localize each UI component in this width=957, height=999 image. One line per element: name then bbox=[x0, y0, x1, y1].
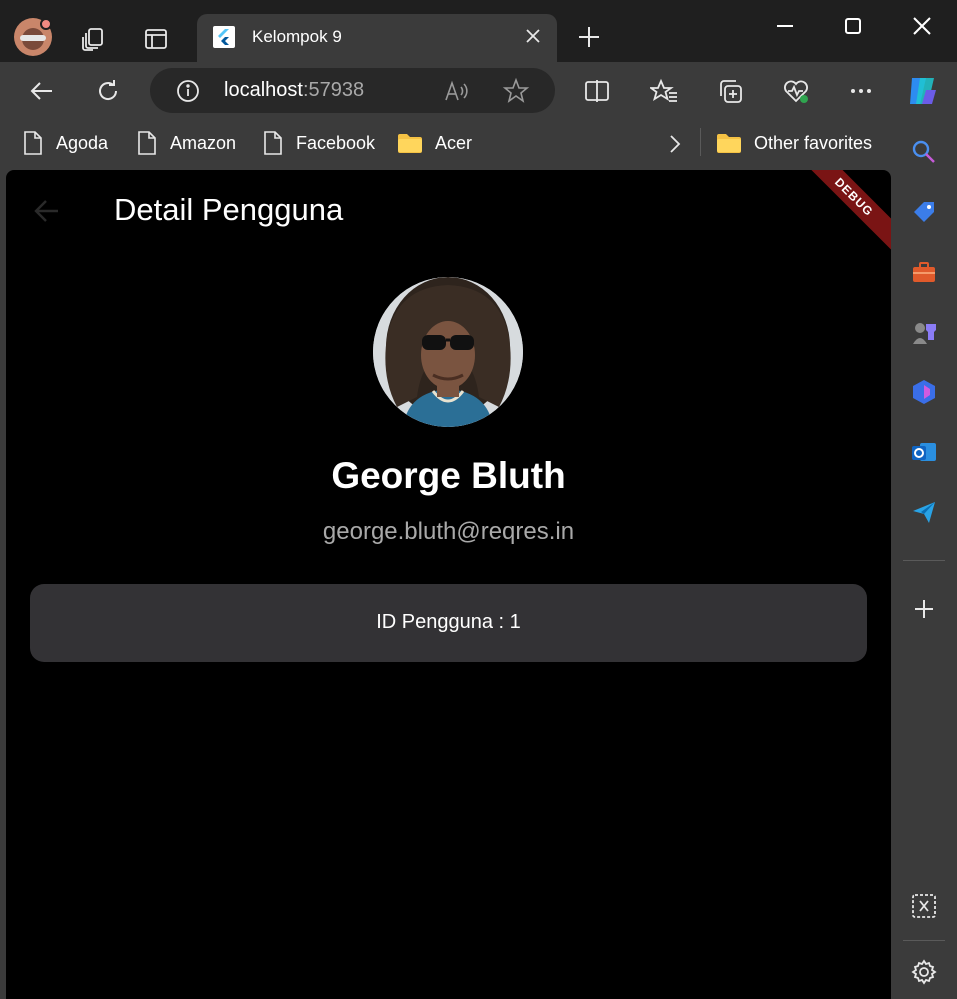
flutter-favicon-icon bbox=[213, 26, 235, 48]
folder-icon bbox=[398, 134, 422, 153]
favorites-divider bbox=[700, 128, 701, 156]
navigation-bar: localhost:57938 bbox=[0, 62, 957, 120]
collections-icon[interactable] bbox=[716, 77, 744, 105]
favorite-acer-folder[interactable]: Acer bbox=[397, 130, 472, 156]
page-icon bbox=[138, 131, 156, 155]
page-icon bbox=[264, 131, 282, 155]
close-window-icon[interactable] bbox=[908, 12, 936, 40]
minimize-icon[interactable] bbox=[771, 12, 799, 40]
favorites-bar: Agoda Amazon Facebook Acer Other favorit… bbox=[0, 120, 957, 166]
title-bar: Kelompok 9 bbox=[0, 0, 957, 62]
debug-banner: DEBUG bbox=[793, 170, 891, 258]
workspaces-icon[interactable] bbox=[80, 26, 106, 52]
add-icon[interactable] bbox=[910, 595, 938, 623]
user-email: george.bluth@reqres.in bbox=[322, 518, 575, 545]
site-info-icon[interactable] bbox=[175, 78, 201, 104]
browser-essentials-icon[interactable] bbox=[782, 77, 810, 105]
screenshot-icon[interactable] bbox=[910, 892, 938, 920]
close-tab-icon[interactable] bbox=[523, 26, 543, 46]
tag-icon[interactable] bbox=[910, 198, 938, 226]
send-icon[interactable] bbox=[910, 498, 938, 526]
maximize-icon[interactable] bbox=[839, 12, 867, 40]
user-photo bbox=[373, 277, 523, 427]
page-title: Detail Pengguna bbox=[114, 192, 344, 227]
folder-icon bbox=[717, 134, 741, 153]
settings-icon[interactable] bbox=[910, 958, 938, 986]
other-favorites-folder[interactable]: Other favorites bbox=[716, 130, 872, 156]
search-icon[interactable] bbox=[910, 138, 938, 166]
copilot-icon[interactable] bbox=[904, 72, 942, 110]
user-avatar bbox=[373, 277, 523, 427]
tab-title: Kelompok 9 bbox=[252, 27, 342, 46]
active-tab[interactable]: Kelompok 9 bbox=[197, 14, 557, 62]
sidebar-divider bbox=[903, 560, 945, 561]
refresh-icon[interactable] bbox=[94, 77, 122, 105]
browser-window: Kelompok 9 localhost:57938 Agoda Amazon … bbox=[0, 0, 957, 999]
favorite-star-icon[interactable] bbox=[502, 77, 530, 105]
outlook-icon[interactable] bbox=[910, 438, 938, 466]
sidebar-divider-bottom bbox=[903, 940, 945, 941]
app-back-icon[interactable] bbox=[32, 196, 62, 226]
chevron-right-icon[interactable] bbox=[664, 132, 686, 156]
page-icon bbox=[24, 131, 42, 155]
user-name: George Bluth bbox=[331, 455, 566, 496]
url-text: localhost:57938 bbox=[224, 79, 365, 101]
address-bar[interactable]: localhost:57938 bbox=[150, 68, 555, 113]
toolbox-icon[interactable] bbox=[910, 258, 938, 286]
favorite-agoda[interactable]: Agoda bbox=[22, 130, 108, 156]
games-icon[interactable] bbox=[910, 318, 938, 346]
split-screen-icon[interactable] bbox=[583, 77, 611, 105]
favorite-facebook[interactable]: Facebook bbox=[262, 130, 375, 156]
user-id-label: ID Pengguna : 1 bbox=[376, 611, 521, 633]
user-id-card: ID Pengguna : 1 bbox=[30, 584, 867, 662]
copilot-app-icon[interactable] bbox=[910, 378, 938, 406]
favorite-amazon[interactable]: Amazon bbox=[136, 130, 236, 156]
more-options-icon[interactable] bbox=[847, 77, 875, 105]
tab-actions-icon[interactable] bbox=[143, 26, 169, 52]
favorites-icon[interactable] bbox=[650, 77, 678, 105]
read-aloud-icon[interactable] bbox=[443, 78, 471, 104]
back-icon[interactable] bbox=[28, 77, 56, 105]
edge-sidebar bbox=[891, 120, 957, 999]
page-content: Detail Pengguna DEBUG George Bluth georg… bbox=[6, 170, 891, 999]
notification-dot bbox=[40, 18, 52, 30]
new-tab-icon[interactable] bbox=[576, 24, 602, 50]
